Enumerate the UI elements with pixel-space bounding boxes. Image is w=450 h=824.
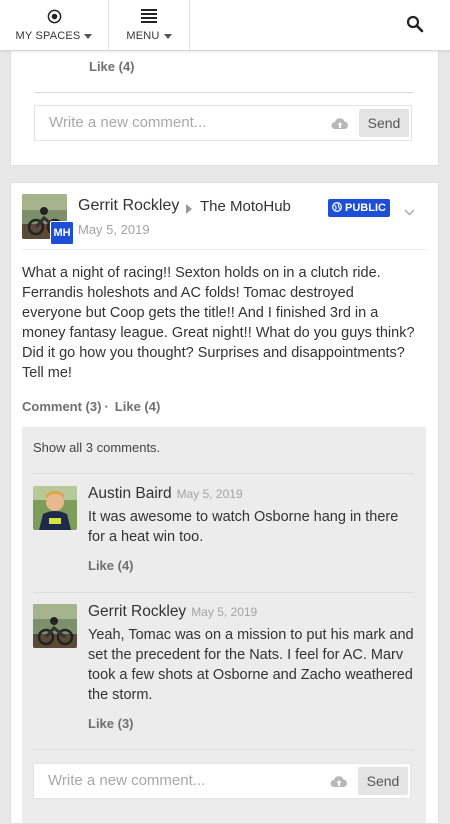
comment-like-button[interactable]: Like (4): [88, 558, 134, 573]
like-button[interactable]: Like (4): [89, 59, 135, 74]
visibility-label: PUBLIC: [345, 202, 386, 214]
post-author[interactable]: Gerrit Rockley: [78, 197, 179, 215]
like-button[interactable]: Like (4): [115, 399, 161, 414]
commenter-avatar[interactable]: [33, 604, 77, 648]
caret-down-icon: [163, 33, 172, 39]
post-card: MH Gerrit Rockley The MotoHub PUBLIC May…: [10, 182, 439, 824]
comments-panel: Show all 3 comments. Austin Baird May 5, …: [22, 427, 426, 823]
send-button[interactable]: Send: [359, 109, 409, 137]
hamburger-icon: [141, 8, 157, 24]
divider: [33, 592, 414, 593]
menu-label: MENU: [126, 30, 160, 42]
comment-placeholder: Write a new comment...: [48, 772, 206, 789]
action-separator: ·: [104, 399, 109, 414]
comment-author[interactable]: Gerrit Rockley: [88, 603, 186, 620]
comment-button[interactable]: Comment (3): [22, 399, 101, 414]
public-badge: PUBLIC: [328, 199, 390, 217]
previous-post-card: Like (4) Write a new comment... Send: [10, 40, 439, 166]
my-spaces-button[interactable]: MY SPACES: [0, 0, 109, 50]
comment-like-button[interactable]: Like (3): [88, 716, 134, 731]
divider: [34, 92, 414, 93]
menu-button[interactable]: MENU: [109, 0, 190, 50]
my-spaces-label: MY SPACES: [15, 30, 81, 42]
divider: [33, 473, 414, 474]
search-icon[interactable]: [406, 15, 426, 35]
divider: [33, 749, 414, 750]
space-badge-icon: MH: [50, 221, 74, 245]
comment-text: Yeah, Tomac was on a mission to put his …: [88, 627, 414, 703]
post-body: What a night of racing!! Sexton holds on…: [22, 265, 415, 381]
comment-date[interactable]: May 5, 2019: [177, 487, 243, 501]
send-button[interactable]: Send: [358, 767, 408, 795]
globe-icon: [332, 201, 342, 215]
post-actions: Comment (3) · Like (4): [22, 399, 160, 414]
commenter-name[interactable]: Austin Baird May 5, 2019: [88, 485, 243, 503]
top-nav-bar: MY SPACES MENU: [0, 0, 450, 51]
post-space[interactable]: The MotoHub: [200, 198, 291, 215]
comment-placeholder: Write a new comment...: [49, 114, 207, 131]
show-all-comments-link[interactable]: Show all 3 comments.: [33, 440, 160, 455]
comment-date[interactable]: May 5, 2019: [191, 605, 257, 619]
upload-cloud-icon[interactable]: [331, 117, 349, 129]
divider: [22, 249, 427, 250]
post-date[interactable]: May 5, 2019: [78, 222, 150, 237]
comment-input[interactable]: Write a new comment... Send: [34, 105, 412, 141]
caret-down-icon: [84, 33, 93, 39]
comment-text: It was awesome to watch Osborne hang in …: [88, 509, 399, 545]
comment-input[interactable]: Write a new comment... Send: [33, 763, 411, 799]
comment-author[interactable]: Austin Baird: [88, 485, 172, 502]
upload-cloud-icon[interactable]: [330, 775, 348, 787]
commenter-avatar[interactable]: [33, 486, 77, 530]
post-options-chevron-icon[interactable]: [404, 203, 415, 221]
commenter-name[interactable]: Gerrit Rockley May 5, 2019: [88, 603, 257, 621]
target-icon: [47, 8, 62, 24]
caret-right-icon: [186, 201, 192, 219]
